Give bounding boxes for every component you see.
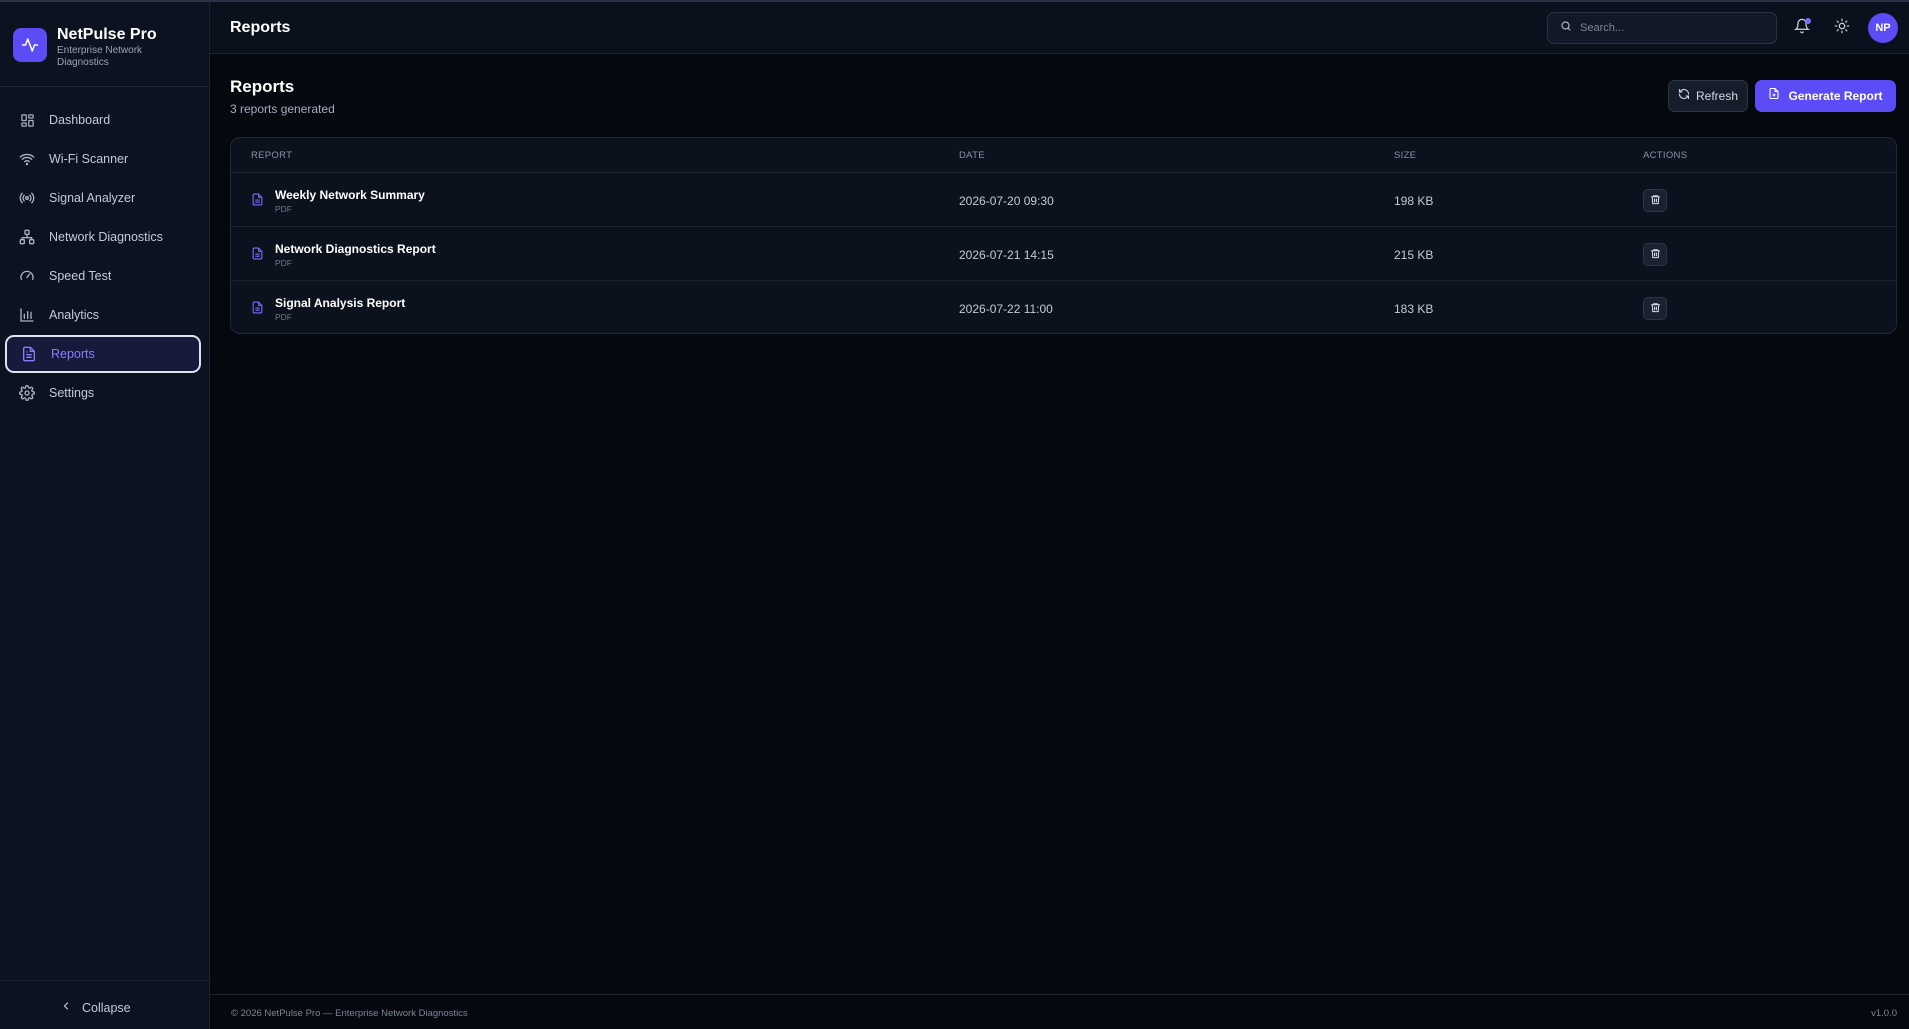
refresh-button[interactable]: Refresh — [1668, 80, 1748, 112]
sidebar-item-network-diagnostics[interactable]: Network Diagnostics — [5, 218, 201, 256]
sidebar-item-label: Analytics — [49, 308, 100, 322]
brand: NetPulse Pro Enterprise Network Diagnost… — [13, 24, 203, 74]
report-date: 2026-07-22 11:00 — [959, 302, 1053, 316]
chevron-left-icon — [60, 999, 72, 1017]
reports-table: REPORT DATE SIZE ACTIONS Weekly Network … — [230, 137, 1897, 334]
signal-broadcast-icon — [18, 189, 36, 207]
delete-report-button[interactable] — [1643, 243, 1667, 266]
table-row[interactable]: Signal Analysis Report PDF 2026-07-22 11… — [231, 281, 1896, 333]
footer-version: v1.0.0 — [1871, 1008, 1897, 1019]
report-date: 2026-07-20 09:30 — [959, 194, 1054, 208]
refresh-icon — [1678, 87, 1690, 105]
sidebar: NetPulse Pro Enterprise Network Diagnost… — [0, 2, 210, 1029]
footer: © 2026 NetPulse Pro — Enterprise Network… — [210, 994, 1909, 1029]
report-type: PDF — [275, 312, 292, 322]
report-size: 215 KB — [1394, 248, 1434, 262]
table-row[interactable]: Network Diagnostics Report PDF 2026-07-2… — [231, 227, 1896, 281]
sidebar-item-signal-analyzer[interactable]: Signal Analyzer — [5, 179, 201, 217]
trash-icon — [1650, 192, 1661, 210]
sidebar-item-label: Wi-Fi Scanner — [49, 152, 129, 166]
sidebar-item-label: Reports — [51, 347, 95, 361]
pulse-logo-icon — [13, 28, 47, 62]
collapse-label: Collapse — [82, 1001, 131, 1015]
delete-report-button[interactable] — [1643, 189, 1667, 212]
sidebar-item-label: Settings — [49, 386, 95, 400]
search-box[interactable] — [1547, 12, 1777, 44]
file-plus-icon — [1768, 87, 1780, 105]
search-icon — [1560, 19, 1572, 37]
generate-report-label: Generate Report — [1788, 89, 1883, 103]
report-name[interactable]: Signal Analysis Report — [275, 296, 405, 310]
column-header-size: SIZE — [1394, 150, 1417, 161]
notifications-button[interactable] — [1790, 16, 1814, 40]
trash-icon — [1650, 300, 1661, 318]
file-text-icon — [20, 345, 38, 363]
report-size: 198 KB — [1394, 194, 1434, 208]
search-input[interactable] — [1580, 22, 1760, 34]
topbar-title: Reports — [230, 19, 291, 36]
file-text-icon — [251, 246, 265, 262]
column-header-report: REPORT — [251, 150, 293, 161]
trash-icon — [1650, 246, 1661, 264]
gauge-icon — [18, 267, 36, 285]
sidebar-item-wifi-scanner[interactable]: Wi-Fi Scanner — [5, 140, 201, 178]
page-title: Reports — [230, 77, 295, 96]
column-header-date: DATE — [959, 150, 985, 161]
app-name: NetPulse Pro — [57, 26, 157, 43]
sidebar-item-settings[interactable]: Settings — [5, 374, 201, 412]
sidebar-item-analytics[interactable]: Analytics — [5, 296, 201, 334]
report-name[interactable]: Network Diagnostics Report — [275, 242, 436, 256]
collapse-sidebar-button[interactable]: Collapse — [60, 996, 131, 1020]
dashboard-grid-icon — [18, 111, 36, 129]
report-name[interactable]: Weekly Network Summary — [275, 188, 425, 202]
sidebar-item-speed-test[interactable]: Speed Test — [5, 257, 201, 295]
file-text-icon — [251, 300, 265, 316]
app-subtitle: Enterprise Network Diagnostics — [57, 45, 143, 68]
report-type: PDF — [275, 204, 292, 214]
wifi-icon — [18, 150, 36, 168]
theme-toggle-button[interactable] — [1830, 16, 1854, 40]
generate-report-button[interactable]: Generate Report — [1755, 80, 1896, 112]
network-topology-icon — [18, 228, 36, 246]
bar-chart-icon — [18, 306, 36, 324]
topbar: Reports NP — [210, 2, 1909, 54]
file-text-icon — [251, 192, 265, 208]
sidebar-item-label: Dashboard — [49, 113, 111, 127]
gear-icon — [18, 384, 36, 402]
footer-copyright: © 2026 NetPulse Pro — Enterprise Network… — [231, 1008, 468, 1019]
sidebar-item-label: Speed Test — [49, 269, 112, 283]
sidebar-item-label: Network Diagnostics — [49, 230, 163, 244]
column-header-actions: ACTIONS — [1643, 150, 1688, 161]
table-row[interactable]: Weekly Network Summary PDF 2026-07-20 09… — [231, 173, 1896, 227]
sun-icon — [1834, 18, 1850, 39]
report-size: 183 KB — [1394, 302, 1434, 316]
report-type: PDF — [275, 258, 292, 268]
avatar[interactable]: NP — [1868, 13, 1898, 43]
sidebar-divider — [0, 980, 209, 981]
sidebar-item-dashboard[interactable]: Dashboard — [5, 101, 201, 139]
page-subtitle: 3 reports generated — [230, 102, 335, 116]
notification-dot — [1805, 18, 1811, 24]
delete-report-button[interactable] — [1643, 297, 1667, 320]
sidebar-nav: Dashboard Wi-Fi Scanner Signal Analyzer … — [5, 101, 201, 413]
refresh-label: Refresh — [1695, 89, 1739, 103]
sidebar-item-reports[interactable]: Reports — [5, 335, 201, 373]
sidebar-item-label: Signal Analyzer — [49, 191, 136, 205]
sidebar-divider — [0, 86, 209, 87]
report-date: 2026-07-21 14:15 — [959, 248, 1054, 262]
